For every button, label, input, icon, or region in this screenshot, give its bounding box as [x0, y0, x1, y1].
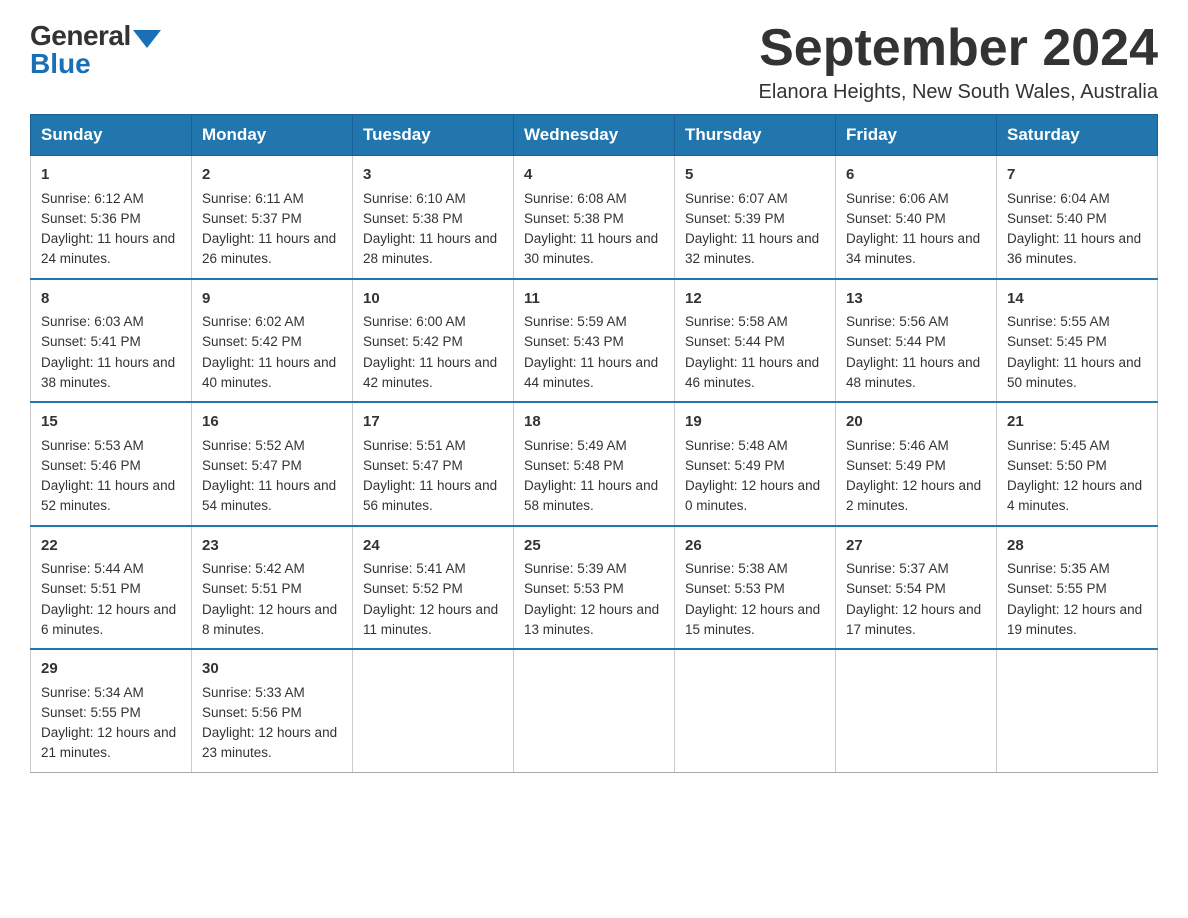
calendar-cell: [836, 649, 997, 772]
month-title: September 2024: [759, 20, 1158, 77]
calendar-cell: 18Sunrise: 5:49 AMSunset: 5:48 PMDayligh…: [514, 402, 675, 526]
calendar-cell: 14Sunrise: 5:55 AMSunset: 5:45 PMDayligh…: [997, 279, 1158, 403]
calendar-cell: 4Sunrise: 6:08 AMSunset: 5:38 PMDaylight…: [514, 156, 675, 279]
calendar-cell: 19Sunrise: 5:48 AMSunset: 5:49 PMDayligh…: [675, 402, 836, 526]
calendar-cell: 24Sunrise: 5:41 AMSunset: 5:52 PMDayligh…: [353, 526, 514, 650]
calendar-cell: 8Sunrise: 6:03 AMSunset: 5:41 PMDaylight…: [31, 279, 192, 403]
calendar-header-row: SundayMondayTuesdayWednesdayThursdayFrid…: [31, 115, 1158, 156]
day-number: 19: [685, 411, 825, 434]
calendar-cell: 15Sunrise: 5:53 AMSunset: 5:46 PMDayligh…: [31, 402, 192, 526]
col-header-saturday: Saturday: [997, 115, 1158, 156]
week-row-3: 15Sunrise: 5:53 AMSunset: 5:46 PMDayligh…: [31, 402, 1158, 526]
calendar-cell: 1Sunrise: 6:12 AMSunset: 5:36 PMDaylight…: [31, 156, 192, 279]
day-number: 13: [846, 288, 986, 311]
col-header-thursday: Thursday: [675, 115, 836, 156]
day-number: 23: [202, 535, 342, 558]
calendar-cell: 6Sunrise: 6:06 AMSunset: 5:40 PMDaylight…: [836, 156, 997, 279]
day-number: 15: [41, 411, 181, 434]
calendar-cell: 22Sunrise: 5:44 AMSunset: 5:51 PMDayligh…: [31, 526, 192, 650]
day-number: 7: [1007, 164, 1147, 187]
calendar-cell: 2Sunrise: 6:11 AMSunset: 5:37 PMDaylight…: [192, 156, 353, 279]
calendar-cell: 11Sunrise: 5:59 AMSunset: 5:43 PMDayligh…: [514, 279, 675, 403]
col-header-tuesday: Tuesday: [353, 115, 514, 156]
calendar-cell: 13Sunrise: 5:56 AMSunset: 5:44 PMDayligh…: [836, 279, 997, 403]
calendar-cell: 20Sunrise: 5:46 AMSunset: 5:49 PMDayligh…: [836, 402, 997, 526]
calendar-cell: 25Sunrise: 5:39 AMSunset: 5:53 PMDayligh…: [514, 526, 675, 650]
day-number: 24: [363, 535, 503, 558]
calendar-cell: 28Sunrise: 5:35 AMSunset: 5:55 PMDayligh…: [997, 526, 1158, 650]
day-number: 30: [202, 658, 342, 681]
calendar-cell: 23Sunrise: 5:42 AMSunset: 5:51 PMDayligh…: [192, 526, 353, 650]
day-number: 4: [524, 164, 664, 187]
col-header-friday: Friday: [836, 115, 997, 156]
day-number: 1: [41, 164, 181, 187]
day-number: 21: [1007, 411, 1147, 434]
day-number: 27: [846, 535, 986, 558]
calendar-cell: 9Sunrise: 6:02 AMSunset: 5:42 PMDaylight…: [192, 279, 353, 403]
day-number: 25: [524, 535, 664, 558]
calendar-cell: 30Sunrise: 5:33 AMSunset: 5:56 PMDayligh…: [192, 649, 353, 772]
logo: General Blue: [30, 20, 161, 80]
day-number: 18: [524, 411, 664, 434]
day-number: 28: [1007, 535, 1147, 558]
day-number: 12: [685, 288, 825, 311]
title-section: September 2024 Elanora Heights, New Sout…: [759, 20, 1158, 104]
calendar-cell: 27Sunrise: 5:37 AMSunset: 5:54 PMDayligh…: [836, 526, 997, 650]
col-header-wednesday: Wednesday: [514, 115, 675, 156]
page-header: General Blue September 2024 Elanora Heig…: [30, 20, 1158, 104]
day-number: 8: [41, 288, 181, 311]
week-row-4: 22Sunrise: 5:44 AMSunset: 5:51 PMDayligh…: [31, 526, 1158, 650]
day-number: 5: [685, 164, 825, 187]
calendar-cell: [514, 649, 675, 772]
calendar-cell: 21Sunrise: 5:45 AMSunset: 5:50 PMDayligh…: [997, 402, 1158, 526]
calendar-cell: 5Sunrise: 6:07 AMSunset: 5:39 PMDaylight…: [675, 156, 836, 279]
day-number: 26: [685, 535, 825, 558]
day-number: 29: [41, 658, 181, 681]
week-row-1: 1Sunrise: 6:12 AMSunset: 5:36 PMDaylight…: [31, 156, 1158, 279]
calendar-cell: 29Sunrise: 5:34 AMSunset: 5:55 PMDayligh…: [31, 649, 192, 772]
week-row-2: 8Sunrise: 6:03 AMSunset: 5:41 PMDaylight…: [31, 279, 1158, 403]
calendar-cell: 17Sunrise: 5:51 AMSunset: 5:47 PMDayligh…: [353, 402, 514, 526]
day-number: 14: [1007, 288, 1147, 311]
day-number: 20: [846, 411, 986, 434]
location-text: Elanora Heights, New South Wales, Austra…: [759, 81, 1158, 104]
day-number: 6: [846, 164, 986, 187]
calendar-cell: 12Sunrise: 5:58 AMSunset: 5:44 PMDayligh…: [675, 279, 836, 403]
day-number: 10: [363, 288, 503, 311]
col-header-sunday: Sunday: [31, 115, 192, 156]
day-number: 9: [202, 288, 342, 311]
calendar-cell: 26Sunrise: 5:38 AMSunset: 5:53 PMDayligh…: [675, 526, 836, 650]
calendar-table: SundayMondayTuesdayWednesdayThursdayFrid…: [30, 114, 1158, 773]
day-number: 3: [363, 164, 503, 187]
logo-arrow-icon: [133, 30, 161, 48]
day-number: 17: [363, 411, 503, 434]
calendar-cell: [353, 649, 514, 772]
calendar-cell: [997, 649, 1158, 772]
calendar-cell: 7Sunrise: 6:04 AMSunset: 5:40 PMDaylight…: [997, 156, 1158, 279]
day-number: 22: [41, 535, 181, 558]
day-number: 11: [524, 288, 664, 311]
calendar-cell: [675, 649, 836, 772]
calendar-cell: 3Sunrise: 6:10 AMSunset: 5:38 PMDaylight…: [353, 156, 514, 279]
day-number: 2: [202, 164, 342, 187]
week-row-5: 29Sunrise: 5:34 AMSunset: 5:55 PMDayligh…: [31, 649, 1158, 772]
calendar-cell: 10Sunrise: 6:00 AMSunset: 5:42 PMDayligh…: [353, 279, 514, 403]
day-number: 16: [202, 411, 342, 434]
calendar-cell: 16Sunrise: 5:52 AMSunset: 5:47 PMDayligh…: [192, 402, 353, 526]
logo-blue-text: Blue: [30, 48, 91, 80]
col-header-monday: Monday: [192, 115, 353, 156]
